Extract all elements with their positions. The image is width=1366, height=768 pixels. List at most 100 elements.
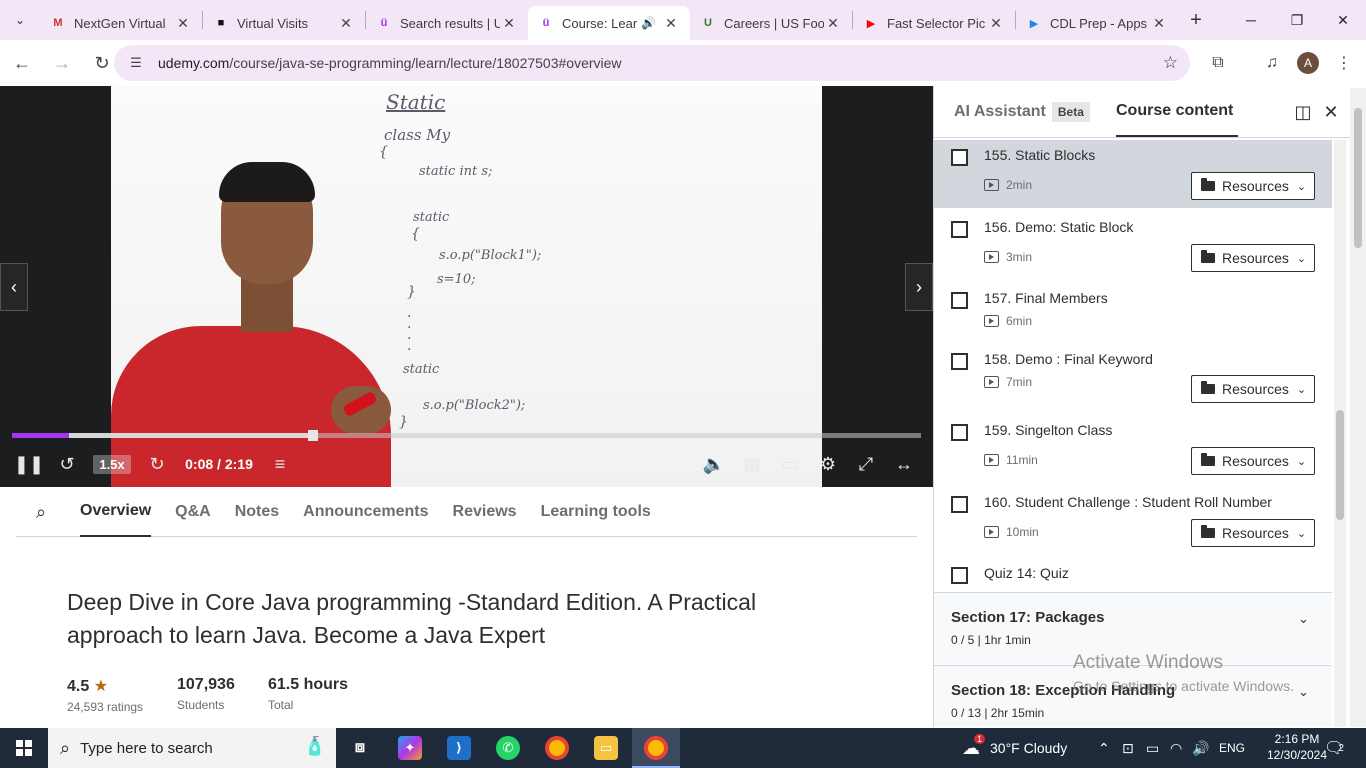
browser-tab[interactable]: ■ Virtual Visits ✕ <box>203 7 365 39</box>
resources-button[interactable]: Resources ⌄ <box>1191 447 1315 475</box>
lecture-checkbox[interactable] <box>951 149 968 166</box>
page-scroll-thumb[interactable] <box>1354 108 1362 248</box>
transcript-icon[interactable]: ▤ <box>740 448 764 480</box>
close-tab-icon[interactable]: ✕ <box>174 15 192 32</box>
lecture-item[interactable]: 158. Demo : Final Keyword 7min Resources ⌄ <box>934 344 1332 414</box>
sidebar-scrollbar[interactable] <box>1334 140 1346 727</box>
lecture-checkbox[interactable] <box>951 292 968 309</box>
volume-icon[interactable]: 🔈 <box>702 448 726 480</box>
lecture-checkbox[interactable] <box>951 424 968 441</box>
fullscreen-icon[interactable]: ⤢ <box>854 448 878 480</box>
lecture-title: 159. Singelton Class <box>984 422 1113 438</box>
add-note-icon[interactable]: ≡ <box>268 448 292 480</box>
chevron-down-icon: ⌄ <box>1298 611 1309 626</box>
browser-tab[interactable]: ▶ CDL Prep - Apps ✕ <box>1016 7 1178 39</box>
lecture-checkbox[interactable] <box>951 221 968 238</box>
taskbar-search[interactable]: ⌕ Type here to search 🧴 <box>48 728 336 768</box>
dock-panel-icon[interactable]: ◫ <box>1291 100 1315 124</box>
page-scrollbar[interactable] <box>1350 88 1366 727</box>
browser-menu-icon[interactable]: ⋮ <box>1326 40 1362 86</box>
lecture-item[interactable]: 157. Final Members 6min <box>934 283 1332 343</box>
close-icon[interactable]: ✕ <box>1319 100 1343 124</box>
restore-icon[interactable]: ❐ <box>1274 0 1320 40</box>
copilot-icon[interactable]: ✦ <box>398 736 422 760</box>
bookmark-star-icon[interactable]: ☆ <box>1163 53 1178 73</box>
tab-announcements[interactable]: Announcements <box>303 488 428 537</box>
lecture-item[interactable]: 155. Static Blocks 2min Resources ⌄ <box>934 140 1332 208</box>
site-info-icon[interactable]: ☰ <box>126 55 146 71</box>
close-tab-icon[interactable]: ✕ <box>824 15 842 32</box>
progress-bar[interactable] <box>12 430 921 441</box>
lecture-checkbox[interactable] <box>951 353 968 370</box>
new-tab-button[interactable]: + <box>1178 9 1214 32</box>
playback-speed-button[interactable]: 1.5x <box>93 454 131 474</box>
tab-overview[interactable]: Overview <box>80 488 152 537</box>
resources-button[interactable]: Resources ⌄ <box>1191 172 1315 200</box>
lecture-item[interactable]: Quiz 14: Quiz <box>934 558 1332 592</box>
browser-tab[interactable]: M NextGen Virtual ✕ <box>40 7 202 39</box>
close-tab-icon[interactable]: ✕ <box>987 15 1005 32</box>
task-view-icon[interactable]: ⧈ <box>348 736 372 760</box>
start-button[interactable] <box>0 728 48 768</box>
meet-now-icon[interactable]: ⊡ <box>1122 728 1134 768</box>
rewind-icon[interactable]: ↺ <box>56 448 78 480</box>
close-tab-icon[interactable]: ✕ <box>1150 15 1168 32</box>
sidebar-scroll-thumb[interactable] <box>1336 410 1344 520</box>
tab-reviews[interactable]: Reviews <box>453 488 517 537</box>
media-control-icon[interactable]: ♫ <box>1254 40 1290 86</box>
video-player[interactable]: Static class My { static int s; static {… <box>0 86 933 487</box>
resources-button[interactable]: Resources ⌄ <box>1191 519 1315 547</box>
lecture-item[interactable]: 156. Demo: Static Block 3min Resources ⌄ <box>934 212 1332 282</box>
profile-button[interactable]: A <box>1290 40 1326 86</box>
weather-widget[interactable]: ☁ 1 30°F Cloudy <box>962 728 1067 768</box>
tab-search-icon[interactable]: ⌄ <box>0 0 40 40</box>
previous-lecture-button[interactable]: ‹ <box>0 263 28 311</box>
browser-tab[interactable]: ▶ Fast Selector Pic ✕ <box>853 7 1015 39</box>
tab-ai-assistant[interactable]: AI Assistant Beta <box>954 102 1090 122</box>
battery-icon[interactable]: ▭ <box>1146 728 1159 768</box>
whatsapp-icon[interactable]: ✆ <box>496 736 520 760</box>
settings-gear-icon[interactable]: ⚙ <box>816 448 840 480</box>
close-tab-icon[interactable]: ✕ <box>662 15 680 32</box>
tab-learning-tools[interactable]: Learning tools <box>541 488 651 537</box>
lecture-item[interactable]: 160. Student Challenge : Student Roll Nu… <box>934 487 1332 557</box>
tab-q-a[interactable]: Q&A <box>175 488 211 537</box>
browser-tab[interactable]: ü Search results | U ✕ <box>366 7 528 39</box>
file-explorer-icon[interactable]: ▭ <box>594 736 618 760</box>
search-icon[interactable]: ⌕ <box>16 502 80 523</box>
tray-chevron-icon[interactable]: ⌃ <box>1098 728 1110 768</box>
language-indicator[interactable]: ENG <box>1219 728 1245 768</box>
lecture-checkbox[interactable] <box>951 567 968 584</box>
chrome-icon[interactable] <box>545 736 569 760</box>
tab-course-content[interactable]: Course content <box>1116 102 1233 120</box>
taskbar-clock[interactable]: 2:16 PM 12/30/2024 <box>1266 731 1328 763</box>
forward-icon[interactable]: → <box>44 45 80 81</box>
close-tab-icon[interactable]: ✕ <box>500 15 518 32</box>
chrome-active-button[interactable] <box>632 728 680 768</box>
pause-icon[interactable]: ❚❚ <box>14 448 44 480</box>
browser-tab[interactable]: ü Course: Lear 🔊 ✕ <box>528 6 690 40</box>
forward-icon[interactable]: ↻ <box>146 448 168 480</box>
vscode-icon[interactable]: ⟩ <box>447 736 471 760</box>
address-bar[interactable]: ☰ udemy.com/course/java-se-programming/l… <box>114 45 1190 81</box>
minimize-icon[interactable]: ─ <box>1228 0 1274 40</box>
expand-view-icon[interactable]: ↔ <box>892 448 916 480</box>
next-lecture-button[interactable]: › <box>905 263 933 311</box>
tab-notes[interactable]: Notes <box>235 488 279 537</box>
back-icon[interactable]: ← <box>4 45 40 81</box>
volume-icon[interactable]: 🔊 <box>1192 728 1209 768</box>
resources-button[interactable]: Resources ⌄ <box>1191 244 1315 272</box>
lecture-checkbox[interactable] <box>951 496 968 513</box>
lecture-item[interactable]: 159. Singelton Class 11min Resources ⌄ <box>934 415 1332 485</box>
tab-audio-icon[interactable]: 🔊 <box>641 16 656 30</box>
whiteboard-line: s.o.p("Block1"); <box>439 248 542 263</box>
close-window-icon[interactable]: ✕ <box>1320 0 1366 40</box>
close-tab-icon[interactable]: ✕ <box>337 15 355 32</box>
captions-icon[interactable]: ▭ <box>778 448 802 480</box>
resources-button[interactable]: Resources ⌄ <box>1191 375 1315 403</box>
browser-tab[interactable]: U Careers | US Foo ✕ <box>690 7 852 39</box>
play-store-icon: ▶ <box>1029 17 1039 30</box>
wifi-icon[interactable]: ◠ <box>1170 728 1182 768</box>
notifications-icon[interactable]: 🗨 2 <box>1324 728 1344 768</box>
extensions-icon[interactable]: ⧉ <box>1200 40 1236 86</box>
